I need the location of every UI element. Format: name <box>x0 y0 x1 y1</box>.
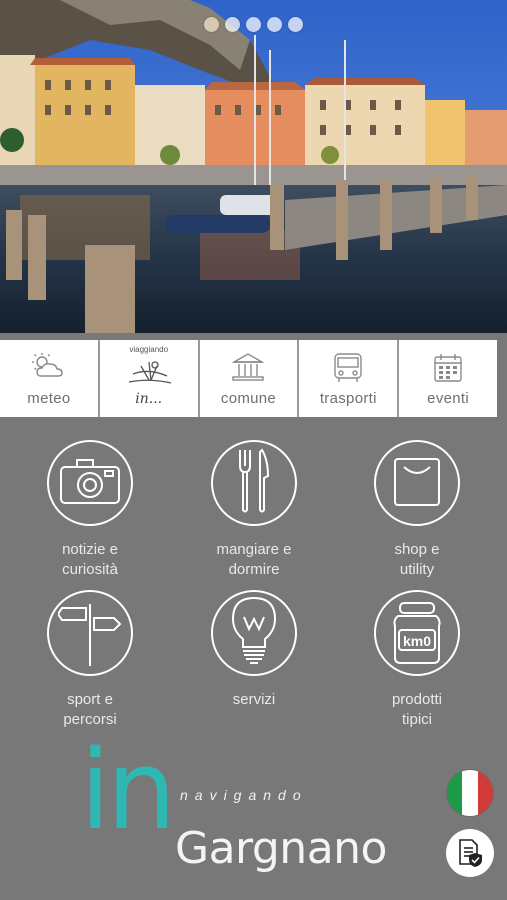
carousel-dot[interactable] <box>246 17 261 32</box>
toolbar-label: eventi <box>427 390 469 407</box>
tile-mangiare[interactable]: mangiare e dormire <box>179 440 329 580</box>
tile-label: notizie e curiosità <box>62 541 118 578</box>
shopping-bag-icon <box>392 453 442 514</box>
calendar-icon <box>432 352 464 389</box>
toolbar-item-comune[interactable]: comune <box>200 340 300 417</box>
tile-circle[interactable] <box>374 440 460 526</box>
bus-icon <box>331 352 365 389</box>
tile-circle[interactable] <box>47 440 133 526</box>
tile-circle[interactable]: km0 <box>374 590 460 676</box>
toolbar-item-eventi[interactable]: eventi <box>399 340 497 417</box>
tile-prodotti[interactable]: km0 prodotti tipici <box>342 590 492 730</box>
toolbar-item-trasporti[interactable]: trasporti <box>299 340 400 417</box>
jar-icon: km0 <box>391 600 443 666</box>
toolbar-small-label: viaggiando <box>129 345 169 354</box>
fork-knife-icon <box>234 446 274 521</box>
signpost-icon <box>56 594 122 673</box>
tile-circle[interactable] <box>47 590 133 676</box>
carousel-dot[interactable] <box>204 17 219 32</box>
tile-circle[interactable] <box>211 440 297 526</box>
tile-circle[interactable] <box>211 590 297 676</box>
harbor-photo <box>0 0 507 333</box>
town-hall-icon <box>231 352 266 387</box>
top-toolbar: meteo viaggiando in... comune trasporti … <box>0 340 497 417</box>
lightbulb-icon <box>229 595 279 672</box>
italian-flag-language-icon[interactable] <box>447 770 493 816</box>
carousel-dot[interactable] <box>225 17 240 32</box>
privacy-document-icon[interactable] <box>446 829 494 877</box>
tile-shop[interactable]: shop e utility <box>342 440 492 580</box>
tile-label: mangiare e dormire <box>216 541 292 578</box>
tile-label: prodotti tipici <box>391 691 443 728</box>
brand-logo: in navigando Gargnano <box>80 735 400 885</box>
camera-icon <box>59 457 121 510</box>
toolbar-label: in... <box>135 391 163 407</box>
weather-icon <box>31 352 67 385</box>
tile-servizi[interactable]: servizi <box>179 590 329 710</box>
toolbar-label: trasporti <box>319 390 377 407</box>
toolbar-label: meteo <box>27 390 71 407</box>
carousel-dot[interactable] <box>267 17 282 32</box>
toolbar-label: comune <box>220 390 277 407</box>
toolbar-item-viaggiando[interactable]: viaggiando in... <box>100 340 200 417</box>
tile-label: servizi <box>232 691 276 708</box>
tile-label: sport e percorsi <box>63 691 117 728</box>
carousel-dot[interactable] <box>288 17 303 32</box>
carousel-dots[interactable] <box>0 17 507 32</box>
tile-notizie[interactable]: notizie e curiosità <box>15 440 165 580</box>
tile-sport[interactable]: sport e percorsi <box>15 590 165 730</box>
jar-label: km0 <box>402 633 432 649</box>
hero-image <box>0 0 507 333</box>
travel-logo-icon <box>119 356 179 391</box>
brand-in: in <box>80 726 176 854</box>
toolbar-item-meteo[interactable]: meteo <box>0 340 100 417</box>
brand-name: Gargnano <box>175 823 387 874</box>
tile-label: shop e utility <box>394 541 440 578</box>
brand-subtitle: navigando <box>180 787 308 803</box>
